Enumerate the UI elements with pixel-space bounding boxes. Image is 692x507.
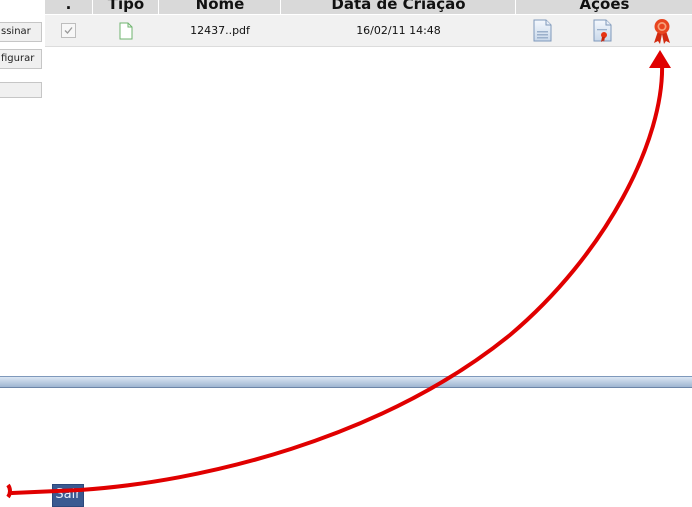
header-name: Nome <box>160 0 281 14</box>
row-created: 16/02/11 14:48 <box>356 24 441 37</box>
header-created: Data de Criação <box>282 0 516 14</box>
action-certificate[interactable] <box>577 15 627 46</box>
configure-button[interactable]: figurar <box>0 49 42 69</box>
panel-divider <box>0 376 692 388</box>
header-actions: Ações <box>579 0 630 13</box>
action-award[interactable] <box>637 15 687 46</box>
table-header: . Tipo Nome Data de Criação Ações <box>45 0 692 14</box>
certificate-document-icon <box>593 19 611 42</box>
row-name[interactable]: 12437..pdf <box>160 15 280 46</box>
award-ribbon-icon <box>654 18 670 44</box>
action-view[interactable] <box>517 15 567 46</box>
table-row: 12437..pdf 16/02/11 14:48 <box>45 15 692 47</box>
annotation-arrow <box>6 50 671 499</box>
row-type-cell <box>94 15 158 46</box>
header-type: Tipo <box>94 0 159 14</box>
row-checkbox[interactable] <box>61 23 76 38</box>
view-document-icon <box>533 19 551 42</box>
sign-button[interactable]: ssinar <box>0 22 42 42</box>
sidebar-button[interactable] <box>0 82 42 98</box>
exit-button[interactable]: Sair <box>52 484 84 507</box>
header-select: . <box>45 0 93 14</box>
file-icon <box>119 22 133 39</box>
row-checkbox-cell <box>45 15 92 46</box>
